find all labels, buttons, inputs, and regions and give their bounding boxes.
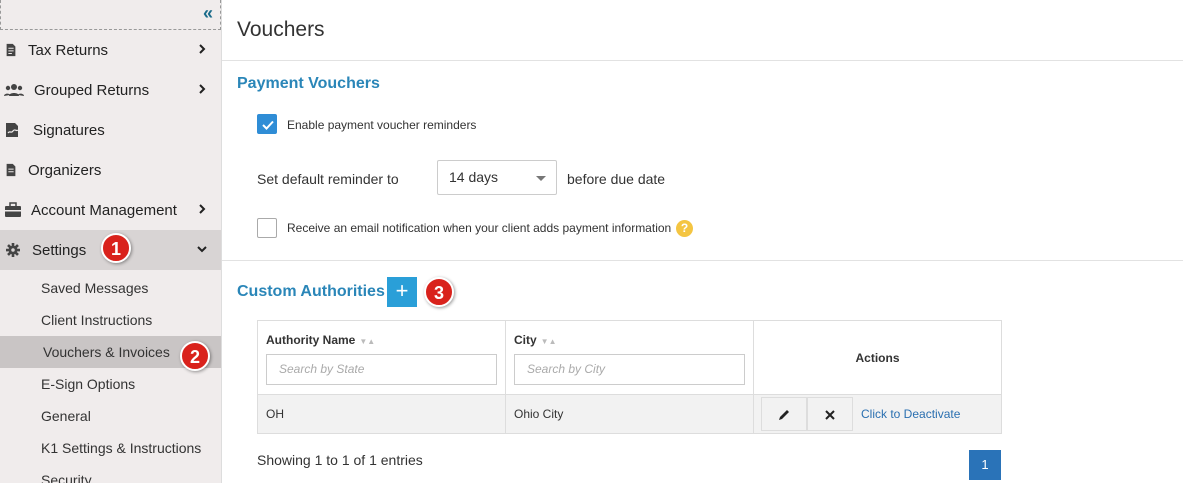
page-title: Vouchers	[237, 18, 325, 41]
cell-authority: OH	[258, 395, 506, 433]
chevron-right-icon	[199, 44, 206, 54]
deactivate-link[interactable]: Click to Deactivate	[861, 407, 960, 421]
custom-authorities-title: Custom Authorities	[237, 283, 385, 300]
nav-item-tax-returns[interactable]: Tax Returns	[0, 30, 221, 70]
sort-icon[interactable]: ▼▲	[541, 337, 557, 346]
nav-item-grouped-returns[interactable]: Grouped Returns	[0, 70, 221, 110]
entries-info: Showing 1 to 1 of 1 entries	[257, 452, 423, 468]
sidebar-collapse-bar[interactable]: «	[0, 0, 221, 30]
enable-reminders-checkbox[interactable]	[257, 114, 277, 134]
sub-item-k1-settings[interactable]: K1 Settings & Instructions	[0, 432, 221, 464]
chevron-down-icon	[197, 246, 207, 253]
sub-item-general[interactable]: General	[0, 400, 221, 432]
briefcase-icon	[4, 202, 22, 217]
sub-item-esign-options[interactable]: E-Sign Options	[0, 368, 221, 400]
checkmark-icon	[262, 120, 274, 130]
signature-icon	[4, 123, 22, 137]
close-icon	[825, 410, 835, 420]
pagination-page-1[interactable]: 1	[969, 450, 1001, 480]
default-reminder-suffix: before due date	[567, 171, 666, 187]
nav-label: Tax Returns	[28, 41, 109, 59]
nav-label: Settings	[32, 241, 87, 259]
delete-button[interactable]	[807, 397, 853, 431]
pencil-icon	[779, 409, 789, 420]
add-authority-button[interactable]: +	[387, 277, 417, 307]
organizer-icon	[4, 163, 18, 177]
nav-item-organizers[interactable]: Organizers	[0, 150, 221, 190]
chevron-right-icon	[199, 204, 206, 214]
table-row: OH Ohio City Click to Deactivate	[258, 395, 1001, 433]
authorities-table: Authority Name ▼▲ Search by State City ▼▲ …	[257, 320, 1002, 434]
help-icon[interactable]: ?	[676, 220, 693, 237]
dropdown-arrow-icon	[536, 176, 546, 181]
sub-item-saved-messages[interactable]: Saved Messages	[0, 272, 221, 304]
select-value: 14 days	[449, 169, 499, 185]
default-reminder-prefix: Set default reminder to	[257, 171, 399, 187]
gear-icon	[6, 243, 20, 257]
enable-reminders-label: Enable payment voucher reminders	[287, 118, 477, 132]
sub-item-client-instructions[interactable]: Client Instructions	[0, 304, 221, 336]
city-search-input[interactable]: Search by City	[514, 354, 745, 385]
double-chevron-left-icon[interactable]: «	[203, 3, 213, 24]
sub-item-security[interactable]: Security	[0, 464, 221, 483]
chevron-right-icon	[199, 84, 206, 94]
table-header: Authority Name ▼▲ Search by State City ▼▲ …	[258, 321, 1001, 395]
annotation-badge-1: 1	[101, 233, 131, 263]
sort-icon[interactable]: ▼▲	[359, 337, 375, 346]
edit-button[interactable]	[761, 397, 807, 431]
state-search-input[interactable]: Search by State	[266, 354, 497, 385]
divider	[222, 260, 1183, 261]
nav-label: Account Management	[31, 201, 177, 219]
nav-item-account-management[interactable]: Account Management	[0, 190, 221, 230]
document-icon	[4, 43, 18, 57]
email-notification-checkbox[interactable]	[257, 218, 277, 238]
nav-item-signatures[interactable]: Signatures	[0, 110, 221, 150]
column-label: City	[514, 333, 537, 347]
settings-submenu: Saved Messages Client Instructions Vouch…	[0, 270, 221, 483]
email-notification-label: Receive an email notification when your …	[287, 221, 672, 235]
divider	[222, 60, 1183, 61]
column-authority-name[interactable]: Authority Name ▼▲ Search by State	[258, 321, 506, 394]
users-icon	[4, 83, 24, 97]
cell-city: Ohio City	[506, 395, 754, 433]
annotation-badge-2: 2	[180, 341, 210, 371]
nav-label: Grouped Returns	[34, 81, 150, 99]
payment-vouchers-title: Payment Vouchers	[237, 75, 380, 92]
column-city[interactable]: City ▼▲ Search by City	[506, 321, 754, 394]
nav-label: Signatures	[33, 121, 105, 139]
annotation-badge-3: 3	[424, 277, 454, 307]
default-reminder-select[interactable]: 14 days	[437, 160, 557, 195]
nav-label: Organizers	[28, 161, 102, 179]
main-content: Vouchers Payment Vouchers Enable payment…	[222, 0, 1183, 483]
column-actions: Actions	[855, 351, 900, 365]
cell-actions: Click to Deactivate	[754, 395, 1001, 433]
column-label: Authority Name	[266, 333, 356, 347]
